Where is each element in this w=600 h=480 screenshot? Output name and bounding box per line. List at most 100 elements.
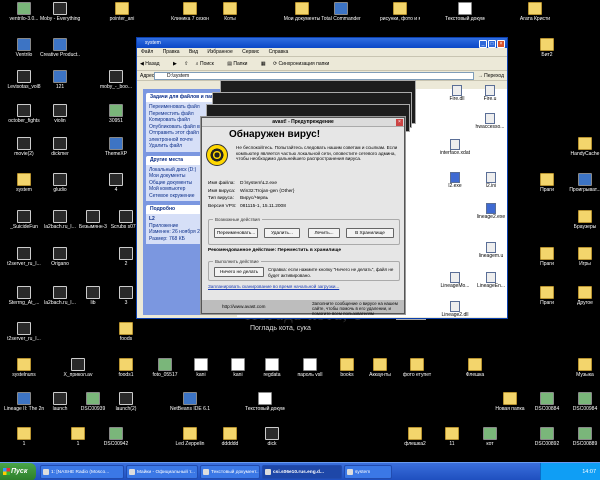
desktop-icon[interactable]: DSC00892 xyxy=(527,427,567,447)
desktop-icon[interactable]: рисунки, фото и мема xyxy=(380,2,420,22)
desktop-icon[interactable]: foods xyxy=(106,322,146,342)
file-item[interactable]: hwaccesso... xyxy=(473,113,507,130)
desktop-icon[interactable]: 4 xyxy=(96,173,136,193)
chest-button[interactable]: В Хранилище xyxy=(346,228,394,238)
menu-view[interactable]: Вид xyxy=(189,49,198,55)
file-item[interactable]: interface.xdat xyxy=(438,139,472,156)
views-icon[interactable]: ▦ xyxy=(261,61,266,67)
desktop-icon[interactable]: system xyxy=(4,173,44,193)
desktop-icon[interactable]: Праги xyxy=(527,173,567,193)
file-item[interactable]: LineageMo... xyxy=(438,272,472,289)
desktop-icon[interactable]: HandyCache xyxy=(565,137,600,157)
desktop-icon[interactable]: DSC00942 xyxy=(96,427,136,447)
desktop-icon[interactable]: _SuicideFun xyxy=(4,210,44,230)
desktop-icon[interactable]: violin xyxy=(40,104,80,124)
folders-button[interactable]: ▤ Папки xyxy=(227,61,253,67)
window-titlebar[interactable]: system _ □ × xyxy=(137,38,507,48)
desktop-icon[interactable]: movie(2) xyxy=(4,137,44,157)
desktop-icon[interactable]: 11 xyxy=(432,427,472,447)
minimize-button[interactable]: _ xyxy=(479,40,487,48)
desktop-icon[interactable]: Игры xyxy=(565,247,600,267)
schedule-scan-link[interactable]: Запланировать сканирование во время нача… xyxy=(208,284,339,289)
menu-edit[interactable]: Правка xyxy=(163,49,180,55)
desktop-icon[interactable]: Мои документы xyxy=(282,2,322,22)
desktop-icon[interactable]: фото етупет xyxy=(397,358,437,378)
file-item[interactable]: lineagem.u xyxy=(474,242,508,259)
file-item[interactable]: Fire.dll xyxy=(440,85,474,102)
delete-button[interactable]: Удалить... xyxy=(264,228,300,238)
forward-icon[interactable]: ▶ xyxy=(173,61,177,67)
desktop-icon[interactable]: Creative Product... xyxy=(40,38,80,58)
sync-folder-button[interactable]: ⟳ Синхронизация папки xyxy=(273,61,335,67)
desktop-icon[interactable]: Браузеры xyxy=(565,210,600,230)
maximize-button[interactable]: □ xyxy=(488,40,496,48)
desktop-icon[interactable]: DSC00889 xyxy=(565,427,600,447)
avast-url-link[interactable]: http://www.avast.com xyxy=(222,304,265,309)
desktop-icon[interactable]: Total Commander xyxy=(321,2,361,22)
desktop-icon[interactable]: 1 xyxy=(4,427,44,447)
do-nothing-button[interactable]: Ничего не делать xyxy=(214,267,264,277)
desktop-icon[interactable]: Sterrng_At_... xyxy=(4,286,44,306)
desktop-icon[interactable]: Ventrilo xyxy=(4,38,44,58)
file-item[interactable]: l2.exe xyxy=(438,172,472,189)
desktop-icon[interactable]: foods1 xyxy=(106,358,146,378)
desktop-icon[interactable]: Lineage II: The 2nd Throne... xyxy=(4,392,44,412)
desktop-icon[interactable]: 121 xyxy=(40,70,80,90)
desktop-icon[interactable]: ventrilo-3.0... xyxy=(4,2,44,22)
menu-help[interactable]: Справка xyxy=(269,49,289,55)
desktop-icon[interactable]: Аккаунты xyxy=(360,358,400,378)
desktop-icon[interactable]: DSC00984 xyxy=(565,392,600,412)
file-item[interactable]: l2.ini xyxy=(474,172,508,189)
avast-virus-dialog[interactable]: avast! - Предупреждение × Обнаружен виру… xyxy=(201,117,405,316)
desktop-icon[interactable]: Новая папка xyxy=(490,392,530,412)
desktop-icon[interactable]: t2server_ru_I... xyxy=(4,247,44,267)
desktop-icon[interactable]: dick xyxy=(252,427,292,447)
desktop-icon[interactable]: кот xyxy=(470,427,510,447)
taskbar-item-textdoc[interactable]: Текстовый документ... xyxy=(200,465,260,479)
desktop-icon[interactable]: NetBeans IDE 6.1 xyxy=(170,392,210,412)
desktop-icon[interactable]: Агата Кристи xyxy=(515,2,555,22)
file-item[interactable]: Lineage2.dll xyxy=(438,301,472,318)
start-button[interactable]: Пуск xyxy=(0,463,36,480)
tray-clock[interactable]: 14:07 xyxy=(582,469,596,475)
desktop-icon[interactable]: systelnuns xyxy=(4,358,44,378)
up-icon[interactable]: ⇧ xyxy=(184,61,188,67)
menu-favorites[interactable]: Избранное xyxy=(207,49,232,55)
desktop-icon[interactable]: Origano xyxy=(40,247,80,267)
desktop-icon[interactable]: ThemeXP xyxy=(96,137,136,157)
desktop-icon[interactable]: Коты xyxy=(210,2,250,22)
desktop-icon[interactable]: Moby - Everything I... xyxy=(40,2,80,22)
desktop-icon[interactable]: Праги xyxy=(527,286,567,306)
file-item[interactable]: LineageEn... xyxy=(474,272,508,289)
desktop-icon[interactable]: october_fights xyxy=(4,104,44,124)
desktop-icon[interactable]: gludio xyxy=(40,173,80,193)
desktop-icon[interactable]: Текстовый документ xyxy=(245,392,285,412)
desktop-icon[interactable]: Levisotas_vol8 xyxy=(4,70,44,90)
desktop-icon[interactable]: Текстовый документ xyxy=(445,2,485,22)
desktop-icon[interactable]: Праги xyxy=(527,247,567,267)
taskbar-item-video[interactable]: csi.s06e10.rus.eng.d... xyxy=(262,465,342,479)
go-button[interactable]: → Переход xyxy=(478,71,504,81)
desktop-icon[interactable]: regdata xyxy=(252,358,292,378)
repair-button[interactable]: Лечить... xyxy=(308,228,340,238)
desktop-icon[interactable]: пароль vsll xyxy=(290,358,330,378)
desktop-icon[interactable]: 1 xyxy=(58,427,98,447)
desktop-icon[interactable]: Проигрыват... xyxy=(565,173,600,193)
desktop-icon[interactable]: foto_05517 xyxy=(145,358,185,378)
taskbar-item-radio[interactable]: 1: [NASHE Radio (Mosco... xyxy=(40,465,124,479)
desktop-icon[interactable]: 30951 xyxy=(96,104,136,124)
desktop-icon[interactable]: dddddd xyxy=(210,427,250,447)
search-button[interactable]: ⌕ Поиск xyxy=(196,61,220,67)
desktop-icon[interactable]: launch(2) xyxy=(106,392,146,412)
desktop-icon[interactable]: Клиника 7 сезон xyxy=(170,2,210,22)
desktop-icon[interactable]: Флешка xyxy=(455,358,495,378)
desktop-icon[interactable]: X_прикол.av xyxy=(58,358,98,378)
desktop-icon[interactable]: kani xyxy=(181,358,221,378)
close-icon[interactable]: × xyxy=(396,119,403,126)
taskbar-item-browser[interactable]: Майки - Официальный т... xyxy=(126,465,198,479)
desktop-icon[interactable]: Другое xyxy=(565,286,600,306)
dialog-title[interactable]: avast! - Предупреждение xyxy=(202,118,404,127)
taskbar-item-system[interactable]: system xyxy=(344,465,392,479)
close-button[interactable]: × xyxy=(497,40,505,48)
desktop-icon[interactable]: DSC00884 xyxy=(527,392,567,412)
